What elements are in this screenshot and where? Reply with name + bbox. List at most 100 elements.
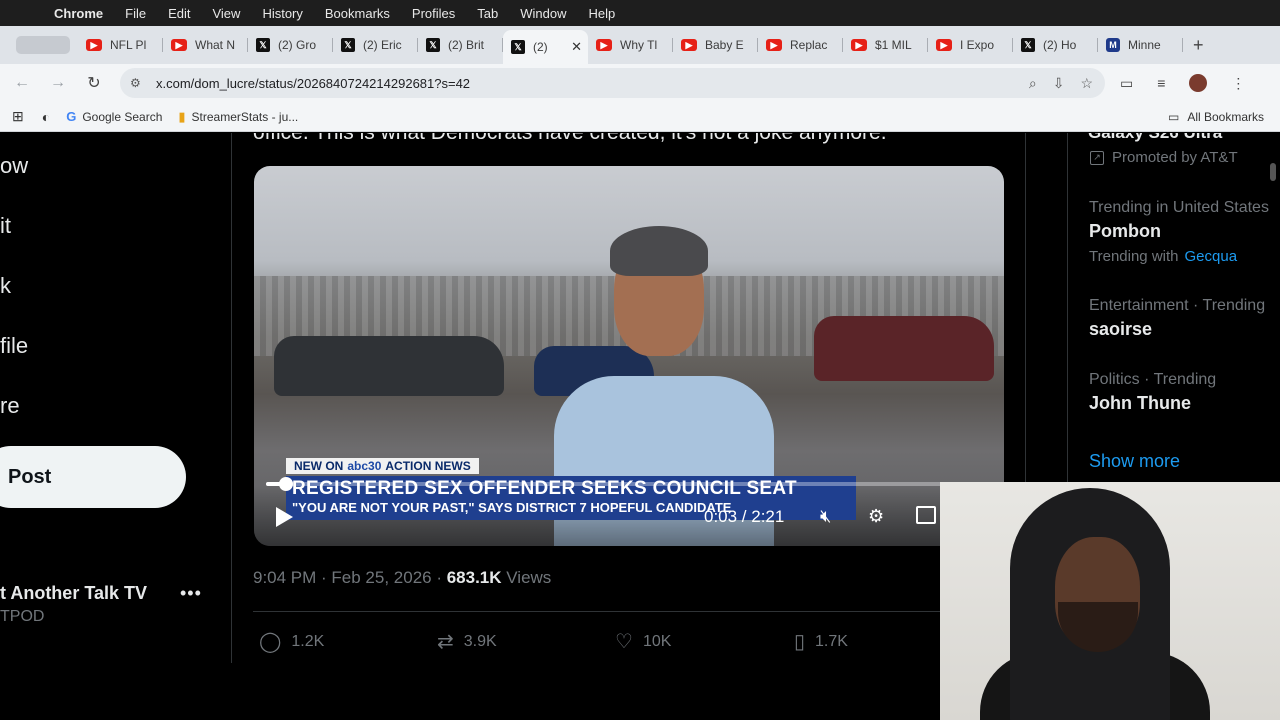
like-button[interactable]: ♡ 10K — [615, 629, 671, 654]
trend-item[interactable]: Entertainment · Trending saoirse — [1089, 297, 1265, 340]
browser-tab[interactable]: ▶ Why Tl — [588, 30, 673, 60]
browser-tab[interactable]: 𝕏 (2) Ho — [1013, 30, 1098, 60]
video-frame-truck — [814, 316, 994, 381]
tab-label: Baby E — [705, 38, 744, 52]
youtube-icon: ▶ — [681, 39, 697, 51]
mute-icon[interactable]: 🔇︎ — [820, 506, 831, 527]
browser-tab[interactable]: ▶ What N — [163, 30, 248, 60]
browser-tab[interactable]: ▶ $1 MIL — [843, 30, 928, 60]
divider — [253, 611, 1003, 612]
play-icon[interactable] — [274, 506, 294, 528]
install-app-icon[interactable]: ⇩ — [1053, 75, 1065, 92]
bookmark-streamerstats[interactable]: ▮ StreamerStats - ju... — [178, 109, 298, 125]
tweet-timestamp[interactable]: 9:04 PM · Feb 25, 2026 · — [253, 568, 447, 587]
bookmarks-bar: ⊞ ◐ G Google Search ▮ StreamerStats - ju… — [0, 102, 1280, 132]
browser-tab[interactable]: ▶ Replac — [758, 30, 843, 60]
views-label: Views — [501, 568, 552, 587]
menu-history[interactable]: History — [262, 6, 302, 21]
trend-link[interactable]: Gecqua — [1185, 248, 1238, 265]
zoom-icon[interactable]: ⌕ — [1029, 75, 1037, 92]
folder-icon: ▭ — [1167, 109, 1180, 124]
tab-label: What N — [195, 38, 236, 52]
minimize-player-icon[interactable] — [916, 506, 936, 524]
trend-item[interactable]: Trending in United States Pombon Trendin… — [1089, 199, 1269, 265]
account-switcher[interactable]: t Another Talk TV TPOD ••• — [0, 583, 232, 626]
bar-chart-icon: ▮ — [178, 108, 186, 124]
tab-label: Why Tl — [620, 38, 658, 52]
browser-tab[interactable]: ▶ I Expo — [928, 30, 1013, 60]
address-bar[interactable]: ⚙ x.com/dom_lucre/status/202684072421429… — [120, 68, 1105, 98]
tab-capture-icon[interactable]: ▭ — [1120, 75, 1133, 92]
url-text[interactable]: x.com/dom_lucre/status/20268407242142926… — [156, 76, 470, 91]
video-progress-bar[interactable] — [266, 477, 992, 491]
minnesota-icon: M — [1106, 38, 1120, 52]
tab-label: (2) — [533, 40, 548, 54]
browser-toolbar: ← → ↻ ⚙ x.com/dom_lucre/status/202684072… — [0, 64, 1280, 102]
scrollbar[interactable] — [1270, 163, 1276, 181]
repost-button[interactable]: ⇄ 3.9K — [437, 629, 497, 654]
profile-avatar[interactable] — [1189, 74, 1208, 92]
repost-icon: ⇄ — [437, 631, 454, 653]
nav-item-more[interactable]: re — [0, 393, 20, 419]
nav-item-follow[interactable]: ow — [0, 153, 28, 179]
nav-item-profile[interactable]: file — [0, 333, 28, 359]
browser-tab[interactable]: ▶ NFL Pl — [78, 30, 163, 60]
browser-tab[interactable]: 𝕏 (2) Gro — [248, 30, 333, 60]
forward-icon[interactable]: → — [40, 74, 76, 92]
menu-file[interactable]: File — [125, 6, 146, 21]
browser-tab[interactable]: 𝕏 (2) Brit — [418, 30, 503, 60]
browser-tab[interactable]: ▶ Baby E — [673, 30, 758, 60]
close-tab-icon[interactable]: ✕ — [571, 39, 582, 55]
video-player[interactable]: NEW ON abc30 ACTION NEWS REGISTERED SEX … — [254, 166, 1004, 546]
tabs-container: ▶ NFL Pl ▶ What N 𝕏 (2) Gro 𝕏 (2) Eric 𝕏 (2) Brit… — [78, 26, 1183, 64]
tab-search-button[interactable] — [8, 32, 78, 58]
menu-profiles[interactable]: Profiles — [412, 6, 455, 21]
menu-tab[interactable]: Tab — [477, 6, 498, 21]
show-more-link[interactable]: Show more — [1089, 451, 1180, 472]
menu-help[interactable]: Help — [589, 6, 616, 21]
heart-icon: ♡ — [615, 631, 633, 653]
menu-window[interactable]: Window — [520, 6, 566, 21]
tab-label: (2) Ho — [1043, 38, 1077, 52]
webcam-overlay — [940, 482, 1280, 720]
bookmark-google-search[interactable]: G Google Search — [66, 109, 162, 124]
back-icon[interactable]: ← — [4, 74, 40, 92]
x-icon: 𝕏 — [511, 40, 525, 54]
video-frame-car — [274, 336, 504, 396]
menu-view[interactable]: View — [212, 6, 240, 21]
chyron-subtitle: "YOU ARE NOT YOUR PAST," SAYS DISTRICT 7… — [292, 500, 732, 515]
all-bookmarks[interactable]: ▭ All Bookmarks — [1168, 110, 1264, 124]
tab-label: $1 MIL — [875, 38, 912, 52]
menu-edit[interactable]: Edit — [168, 6, 190, 21]
nav-item-chat[interactable]: it — [0, 213, 11, 239]
browser-tab[interactable]: 𝕏 (2) Eric — [333, 30, 418, 60]
bookmark-star-icon[interactable]: ☆ — [1080, 75, 1093, 92]
tab-strip: ▶ NFL Pl ▶ What N 𝕏 (2) Gro 𝕏 (2) Eric 𝕏 (2) Brit… — [0, 26, 1280, 64]
tab-label: Replac — [790, 38, 828, 52]
trend-item[interactable]: Politics · Trending John Thune — [1089, 371, 1216, 414]
promoted-trend-title[interactable]: Galaxy S26 Ultra — [1088, 133, 1222, 143]
menu-bookmarks[interactable]: Bookmarks — [325, 6, 390, 21]
reply-button[interactable]: ◯ 1.2K — [259, 629, 324, 654]
more-options-icon[interactable]: ••• — [180, 583, 202, 604]
youtube-icon: ▶ — [86, 39, 102, 51]
macos-menubar: Chrome File Edit View History Bookmarks … — [0, 0, 1280, 26]
browser-tab[interactable]: M Minne — [1098, 30, 1183, 60]
chrome-menu-icon[interactable]: ⋮ — [1231, 75, 1245, 92]
video-scrub-handle[interactable] — [278, 477, 293, 491]
reload-icon[interactable]: ↻ — [76, 73, 112, 93]
new-tab-icon[interactable]: + — [1193, 35, 1204, 56]
tab-overview-icon — [16, 36, 70, 54]
apps-grid-icon[interactable]: ⊞ — [12, 108, 24, 125]
settings-gear-icon[interactable]: ⚙ — [868, 506, 884, 527]
browser-tab[interactable]: 𝕏 (2) ✕ — [503, 30, 588, 64]
post-button[interactable]: Post — [0, 446, 186, 508]
youtube-icon: ▶ — [171, 39, 187, 51]
account-handle: TPOD — [0, 608, 45, 625]
media-controls-icon[interactable]: ≡ — [1157, 75, 1165, 91]
nav-item-grok[interactable]: k — [0, 273, 11, 299]
extension-icon[interactable]: ◐ — [42, 109, 50, 125]
bookmark-button[interactable]: ▯ 1.7K — [794, 629, 848, 654]
menu-chrome[interactable]: Chrome — [54, 6, 103, 21]
site-info-icon[interactable]: ⚙ — [130, 76, 154, 90]
